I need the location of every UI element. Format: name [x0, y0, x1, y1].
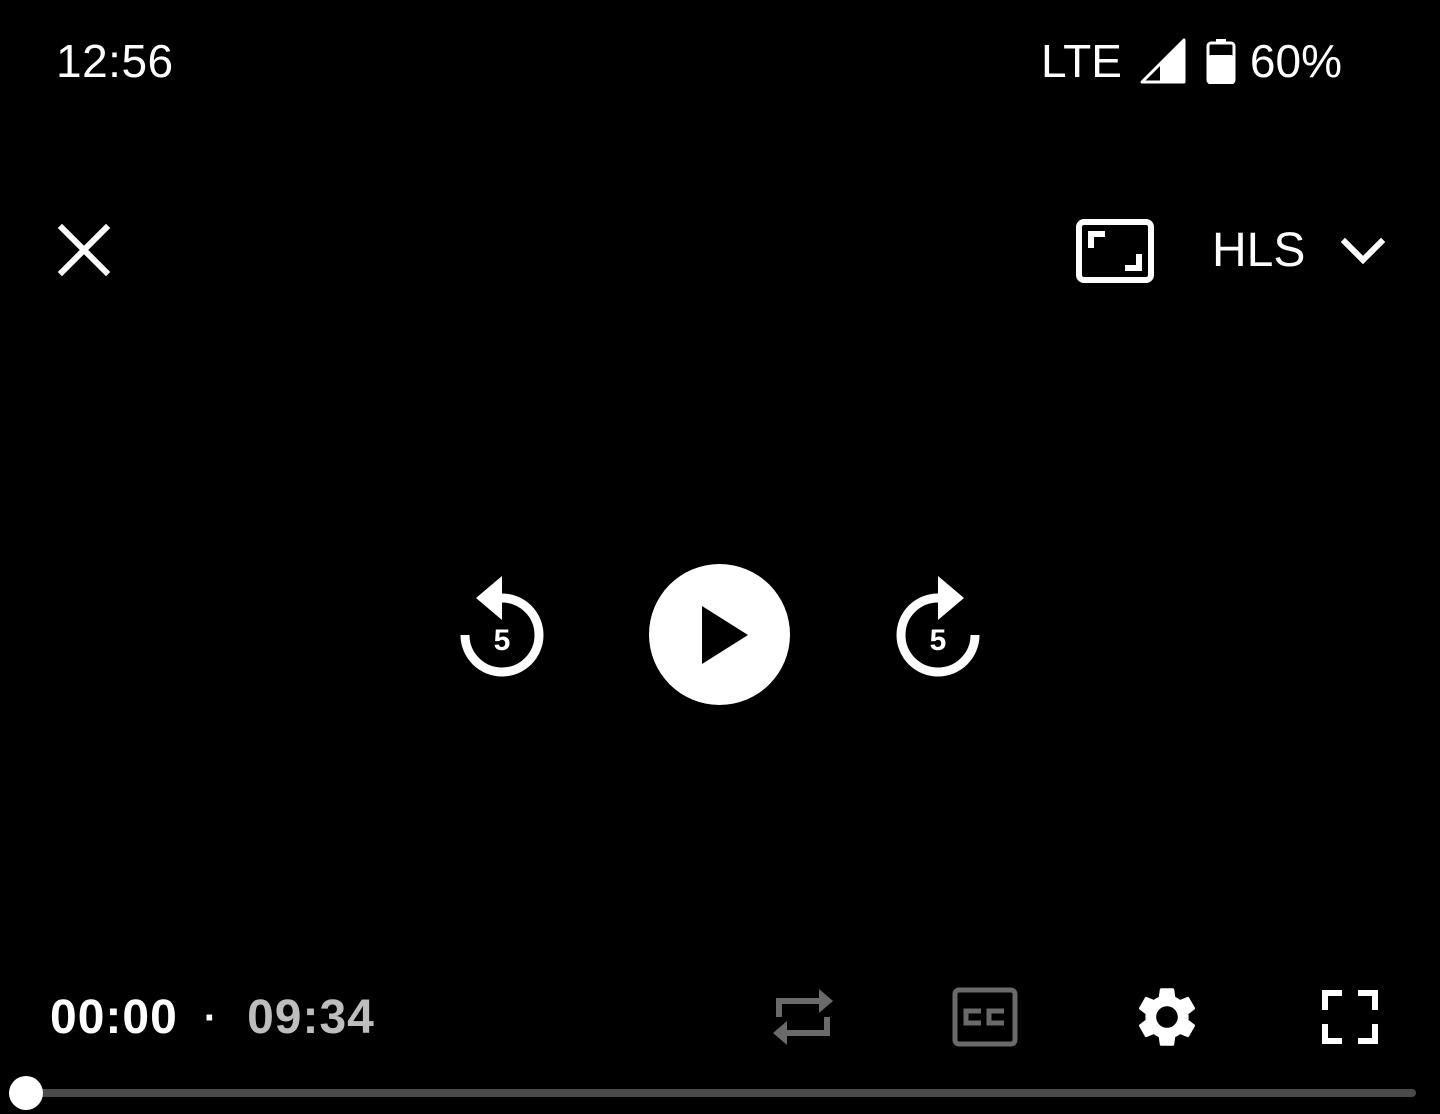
- chevron-down-icon: [1341, 236, 1386, 266]
- status-time: 12:56: [56, 35, 174, 87]
- close-icon: [56, 222, 112, 278]
- repeat-button[interactable]: [766, 980, 840, 1054]
- time-separator: ·: [203, 996, 218, 1040]
- forward-seconds: 5: [929, 624, 947, 657]
- gear-icon: [1131, 981, 1203, 1053]
- battery-icon: [1206, 38, 1236, 84]
- duration: 09:34: [247, 991, 375, 1044]
- progress-thumb[interactable]: [9, 1076, 43, 1110]
- source-label: HLS: [1212, 224, 1306, 277]
- closed-captions-icon: [952, 987, 1018, 1047]
- aspect-ratio-icon: [1075, 218, 1155, 284]
- forward-button[interactable]: 5: [886, 570, 990, 690]
- progress-bar[interactable]: [9, 1076, 1416, 1110]
- battery-percent: 60%: [1249, 35, 1342, 87]
- settings-button[interactable]: [1128, 978, 1206, 1056]
- signal-icon: [1140, 38, 1186, 84]
- time-display: 00:00 · 09:34: [50, 988, 375, 1048]
- play-button[interactable]: [649, 564, 790, 705]
- fullscreen-button[interactable]: [1314, 984, 1386, 1050]
- aspect-ratio-button[interactable]: [1070, 214, 1160, 288]
- network-type: LTE: [1040, 35, 1122, 87]
- close-button[interactable]: [50, 216, 118, 284]
- source-select[interactable]: HLS: [1212, 220, 1386, 282]
- fullscreen-icon: [1321, 989, 1379, 1045]
- repeat-icon: [769, 981, 837, 1053]
- closed-captions-button[interactable]: [948, 984, 1022, 1050]
- play-icon: [700, 604, 750, 666]
- status-bar-right: LTE 60%: [1041, 34, 1342, 88]
- current-time: 00:00: [50, 991, 178, 1044]
- rewind-button[interactable]: 5: [450, 570, 554, 690]
- rewind-seconds: 5: [493, 624, 511, 657]
